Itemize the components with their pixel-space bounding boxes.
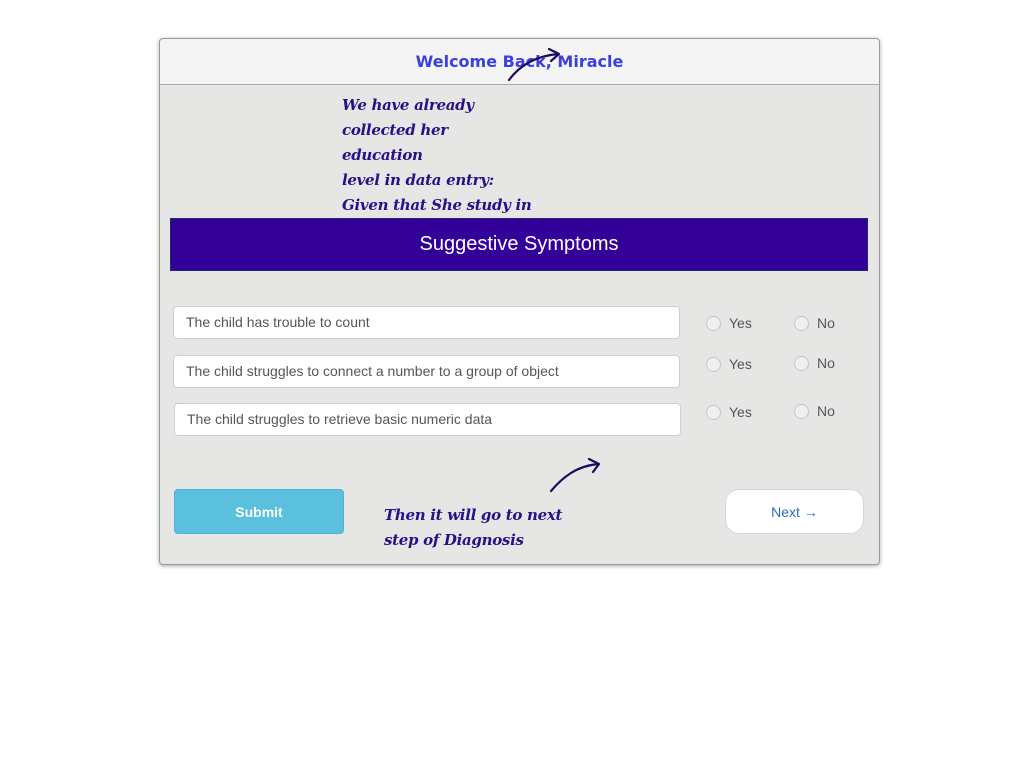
submit-button[interactable]: Submit	[174, 489, 344, 534]
symptom-1-yes-option[interactable]: Yes	[706, 315, 752, 331]
radio-no-3[interactable]	[794, 403, 809, 419]
next-button[interactable]: Next →	[725, 489, 864, 534]
symptom-field-count[interactable]: The child has trouble to count	[173, 306, 680, 339]
no-label: No	[817, 355, 835, 371]
annotation-next-step-note: Then it will go to next step of Diagnosi…	[384, 506, 563, 549]
radio-no-1[interactable]	[794, 315, 809, 331]
symptom-form-card: Welcome Back, Miracle We have already co…	[159, 38, 880, 565]
curved-arrow-icon	[549, 458, 601, 493]
symptom-2-no-option[interactable]: No	[794, 355, 835, 371]
suggestive-symptoms-banner: Suggestive Symptoms	[170, 218, 868, 271]
symptom-field-connect-number[interactable]: The child struggles to connect a number …	[173, 355, 680, 388]
radio-yes-2[interactable]	[706, 356, 721, 372]
radio-yes-1[interactable]	[706, 315, 721, 331]
curved-arrow-icon	[507, 47, 561, 82]
yes-label: Yes	[729, 356, 752, 372]
radio-yes-3[interactable]	[706, 404, 721, 420]
no-label: No	[817, 403, 835, 419]
radio-no-2[interactable]	[794, 355, 809, 371]
yes-label: Yes	[729, 404, 752, 420]
symptom-2-yes-option[interactable]: Yes	[706, 356, 752, 372]
no-label: No	[817, 315, 835, 331]
symptom-field-retrieve-data[interactable]: The child struggles to retrieve basic nu…	[174, 403, 681, 436]
symptom-3-no-option[interactable]: No	[794, 403, 835, 419]
yes-label: Yes	[729, 315, 752, 331]
symptom-3-yes-option[interactable]: Yes	[706, 404, 752, 420]
symptom-1-no-option[interactable]: No	[794, 315, 835, 331]
